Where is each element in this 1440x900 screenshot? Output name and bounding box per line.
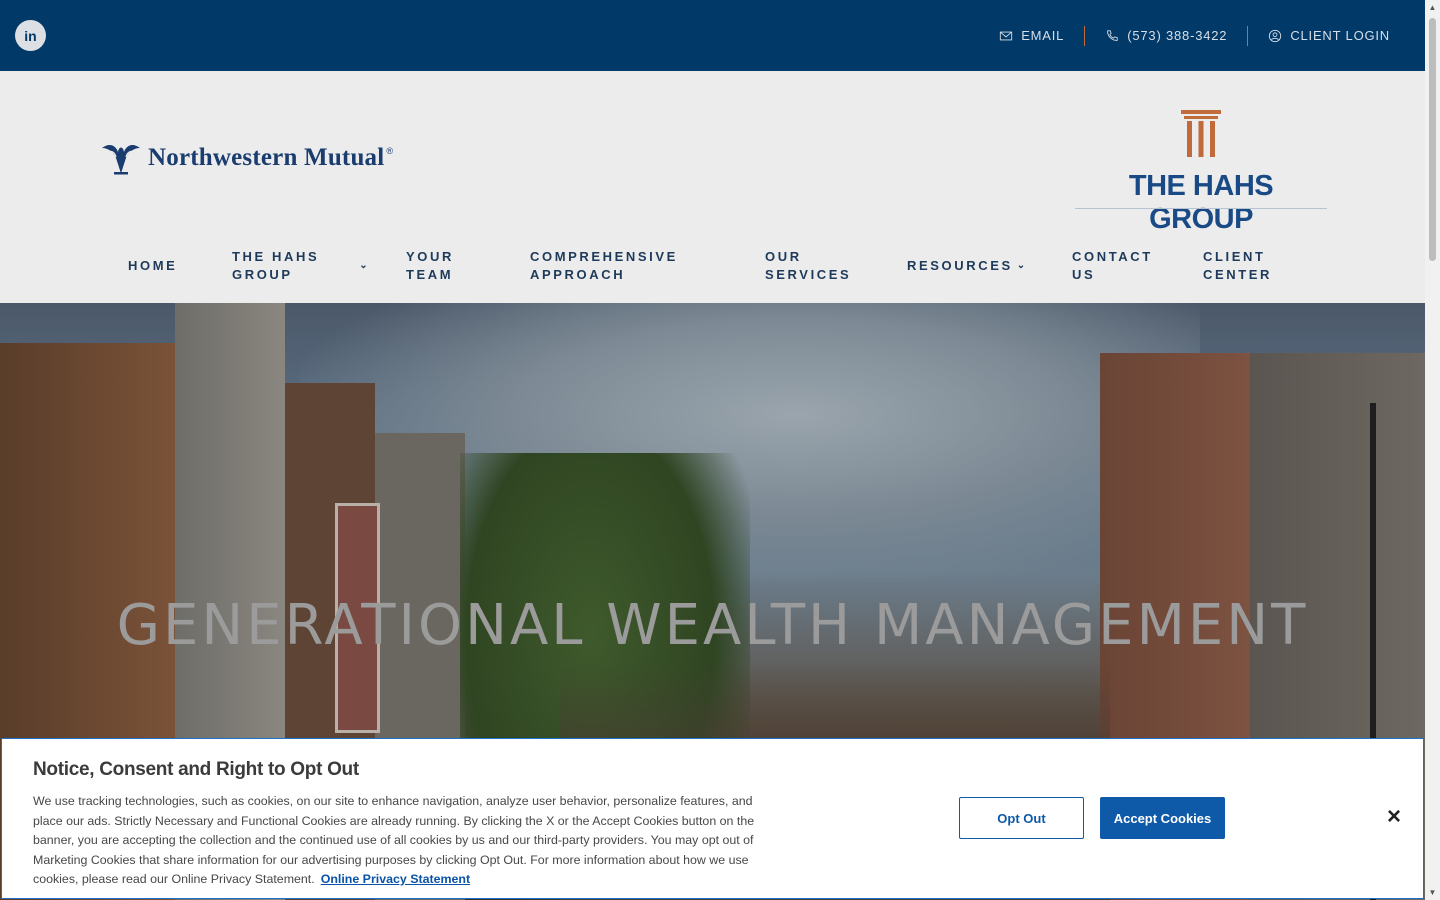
- scroll-up-icon[interactable]: ▲: [1425, 0, 1440, 15]
- close-icon[interactable]: ×: [1383, 805, 1405, 829]
- nav-our-services[interactable]: OUR SERVICES: [765, 248, 851, 284]
- accept-cookies-button[interactable]: Accept Cookies: [1100, 797, 1225, 839]
- northwestern-mutual-logo[interactable]: Northwestern Mutual ®: [100, 140, 393, 176]
- privacy-statement-link[interactable]: Online Privacy Statement: [321, 872, 470, 886]
- page-scrollbar[interactable]: ▲ ▼: [1425, 0, 1440, 900]
- email-link[interactable]: EMAIL: [979, 28, 1084, 43]
- opt-out-button[interactable]: Opt Out: [959, 797, 1084, 839]
- registered-mark: ®: [386, 146, 394, 156]
- main-nav: HOME THE HAHS GROUP ⌄ YOUR TEAM COMPREHENS…: [0, 248, 1425, 288]
- chevron-down-icon: ⌄: [1016, 260, 1028, 271]
- nav-your-team-label: YOUR TEAM: [406, 249, 454, 282]
- scrollbar-thumb[interactable]: [1429, 18, 1436, 261]
- nav-home-label: HOME: [128, 258, 178, 273]
- nav-your-team[interactable]: YOUR TEAM: [406, 248, 454, 284]
- hahs-logo-text: THE HAHS GROUP: [1128, 170, 1274, 235]
- nm-logo-text: Northwestern Mutual: [148, 144, 385, 171]
- user-icon: [1269, 29, 1282, 42]
- phone-icon: [1107, 29, 1118, 41]
- hero-title: GENERATIONAL WEALTH MANAGEMENT: [116, 593, 1309, 658]
- nav-client-center-label: CLIENT CENTER: [1203, 249, 1273, 282]
- nav-approach-label: COMPREHENSIVE APPROACH: [530, 249, 678, 282]
- cookie-title: Notice, Consent and Right to Opt Out: [33, 759, 359, 780]
- phone-link[interactable]: (573) 388-3422: [1085, 28, 1247, 43]
- top-bar: in EMAIL (573) 388-3422 CLIENT LOGIN: [0, 0, 1425, 71]
- nav-hahs-group[interactable]: THE HAHS GROUP ⌄: [232, 248, 370, 284]
- client-login-label: CLIENT LOGIN: [1290, 28, 1390, 43]
- nav-resources-label: RESOURCES: [907, 258, 1013, 273]
- nav-comprehensive-approach[interactable]: COMPREHENSIVE APPROACH: [530, 248, 678, 284]
- nav-contact-label: CONTACT US: [1072, 249, 1153, 282]
- scroll-down-icon[interactable]: ▼: [1425, 885, 1440, 900]
- top-links: EMAIL (573) 388-3422 CLIENT LOGIN: [979, 0, 1410, 71]
- mail-icon: [1000, 31, 1013, 40]
- nav-services-label: OUR SERVICES: [765, 249, 852, 282]
- logo-underline: [1075, 208, 1327, 209]
- nav-contact-us[interactable]: CONTACT US: [1072, 248, 1153, 284]
- nm-eagle-icon: [102, 145, 140, 175]
- nav-hahs-group-label: THE HAHS GROUP: [232, 249, 320, 282]
- chevron-down-icon: ⌄: [359, 260, 371, 271]
- cookie-body: We use tracking technologies, such as co…: [33, 792, 778, 890]
- hahs-group-logo[interactable]: THE HAHS GROUP: [1075, 110, 1327, 235]
- column-icon: [1181, 110, 1221, 157]
- cookie-banner: Notice, Consent and Right to Opt Out We …: [1, 738, 1424, 899]
- phone-label: (573) 388-3422: [1127, 28, 1228, 43]
- nav-client-center[interactable]: CLIENT CENTER: [1203, 248, 1272, 284]
- nav-resources[interactable]: RESOURCES ⌄: [907, 257, 1028, 275]
- client-login-link[interactable]: CLIENT LOGIN: [1248, 28, 1410, 43]
- nav-home[interactable]: HOME: [128, 257, 177, 275]
- email-label: EMAIL: [1021, 28, 1065, 43]
- linkedin-icon[interactable]: in: [15, 20, 46, 51]
